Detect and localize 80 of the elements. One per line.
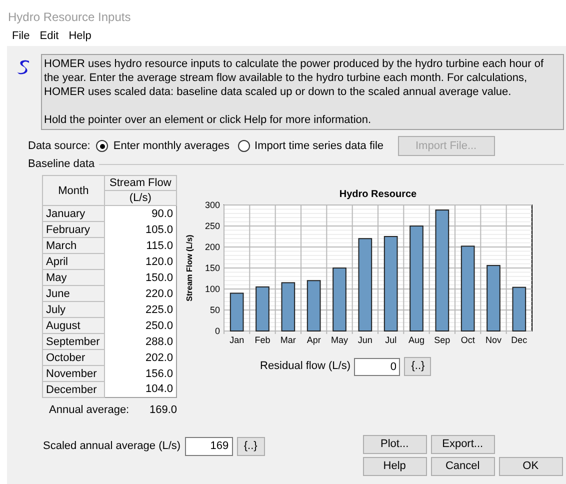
bar bbox=[306, 280, 321, 332]
cancel-button[interactable]: Cancel bbox=[430, 456, 495, 476]
menu-item[interactable]: Help bbox=[68, 28, 92, 44]
residual-flow-label: Residual flow (L/s) bbox=[260, 359, 350, 374]
flow-cell[interactable]: 104.0 bbox=[104, 382, 176, 398]
radio-button[interactable] bbox=[238, 140, 250, 152]
y-tick-label: 250 bbox=[204, 221, 220, 231]
x-tick-label: Jul bbox=[385, 335, 397, 345]
month-cell: July bbox=[42, 302, 104, 318]
bar bbox=[230, 292, 244, 332]
month-cell: August bbox=[42, 318, 104, 334]
month-cell: December bbox=[42, 382, 104, 398]
column-header: Month bbox=[42, 176, 104, 206]
y-tick-label: 0 bbox=[214, 326, 220, 336]
ok-button[interactable]: OK bbox=[498, 456, 563, 476]
bar bbox=[332, 268, 346, 332]
month-cell: November bbox=[42, 366, 104, 382]
y-tick-label: 150 bbox=[204, 263, 220, 273]
help-button[interactable]: Help bbox=[362, 456, 427, 476]
x-tick-label: Dec bbox=[511, 335, 528, 345]
month-cell: May bbox=[42, 270, 104, 286]
month-cell: February bbox=[42, 222, 104, 238]
menu-item[interactable]: File bbox=[12, 28, 30, 44]
data-source-label: Data source: bbox=[28, 138, 90, 154]
annual-average-label: Annual average: bbox=[49, 403, 130, 418]
flow-cell[interactable]: 250.0 bbox=[104, 318, 176, 334]
flow-cell[interactable]: 220.0 bbox=[104, 286, 176, 302]
x-tick-label: Feb bbox=[254, 335, 270, 345]
flow-cell[interactable]: 202.0 bbox=[104, 350, 176, 366]
radio-button[interactable] bbox=[96, 140, 108, 152]
month-cell: April bbox=[42, 254, 104, 270]
flow-cell[interactable]: 115.0 bbox=[104, 238, 176, 254]
flow-cell[interactable]: 150.0 bbox=[104, 270, 176, 286]
export-button[interactable]: Export... bbox=[430, 434, 495, 454]
x-tick-label: Oct bbox=[460, 335, 475, 345]
bar bbox=[512, 286, 526, 332]
column-header: (L/s) bbox=[104, 190, 176, 206]
window-title: Hydro Resource Inputs bbox=[7, 9, 132, 26]
x-tick-label: Sep bbox=[434, 335, 450, 345]
description-text: Hold the pointer over an element or click Help for more information. bbox=[44, 113, 372, 127]
month-cell: September bbox=[42, 334, 104, 350]
bar bbox=[486, 264, 500, 332]
flow-cell[interactable]: 156.0 bbox=[104, 366, 176, 382]
description-text: HOMER uses hydro resource inputs to calculate the power produced by the hydro turbine each hour of the year. Enter the average stream flow available to the hydro turbine each month. For calculations, HOMER uses scaled data: baseline data scaled up or down to the scaled annual average value. bbox=[44, 57, 545, 99]
flow-cell[interactable]: 120.0 bbox=[104, 254, 176, 270]
x-tick-label: Mar bbox=[280, 335, 296, 345]
y-tick-label: 300 bbox=[204, 200, 220, 210]
radio-option[interactable]: Enter monthly averages bbox=[96, 138, 230, 154]
residual-flow-field[interactable]: 0 bbox=[354, 358, 400, 376]
radio-option[interactable]: Import time series data file bbox=[238, 138, 384, 154]
flow-cell[interactable]: 225.0 bbox=[104, 302, 176, 318]
column-header: Stream Flow bbox=[104, 176, 176, 190]
flow-cell[interactable]: 288.0 bbox=[104, 334, 176, 350]
flow-cell[interactable]: 105.0 bbox=[104, 222, 176, 238]
chart-title: Hydro Resource bbox=[339, 189, 417, 200]
scaled-average-label: Scaled annual average (L/s) bbox=[43, 438, 181, 454]
x-tick-label: Aug bbox=[408, 335, 424, 345]
plot-button[interactable]: Plot... bbox=[362, 434, 427, 454]
month-cell: June bbox=[42, 286, 104, 302]
y-axis-label: Stream Flow (L/s) bbox=[185, 234, 194, 302]
flow-cell[interactable]: 90.0 bbox=[104, 206, 176, 222]
bar bbox=[281, 282, 296, 332]
annual-average-value: 169.0 bbox=[149, 403, 177, 418]
x-tick-label: Apr bbox=[306, 335, 321, 345]
y-tick-label: 200 bbox=[204, 242, 220, 252]
x-tick-label: Jan bbox=[230, 335, 244, 345]
residual-flow-link-button[interactable]: {..} bbox=[404, 357, 432, 376]
y-tick-label: 100 bbox=[204, 284, 220, 294]
x-tick-label: Nov bbox=[486, 335, 502, 345]
x-tick-label: May bbox=[331, 335, 348, 345]
scaled-average-field[interactable]: 169 bbox=[184, 436, 233, 456]
menu-item[interactable]: Edit bbox=[40, 28, 59, 44]
month-cell: March bbox=[42, 238, 104, 254]
scaled-average-link-button[interactable]: {..} bbox=[236, 436, 265, 456]
y-tick-label: 50 bbox=[210, 305, 220, 315]
month-cell: January bbox=[42, 206, 104, 222]
x-tick-label: Jun bbox=[358, 335, 372, 345]
month-cell: October bbox=[42, 350, 104, 366]
bar bbox=[256, 286, 270, 332]
section-title: Baseline data bbox=[28, 156, 95, 172]
